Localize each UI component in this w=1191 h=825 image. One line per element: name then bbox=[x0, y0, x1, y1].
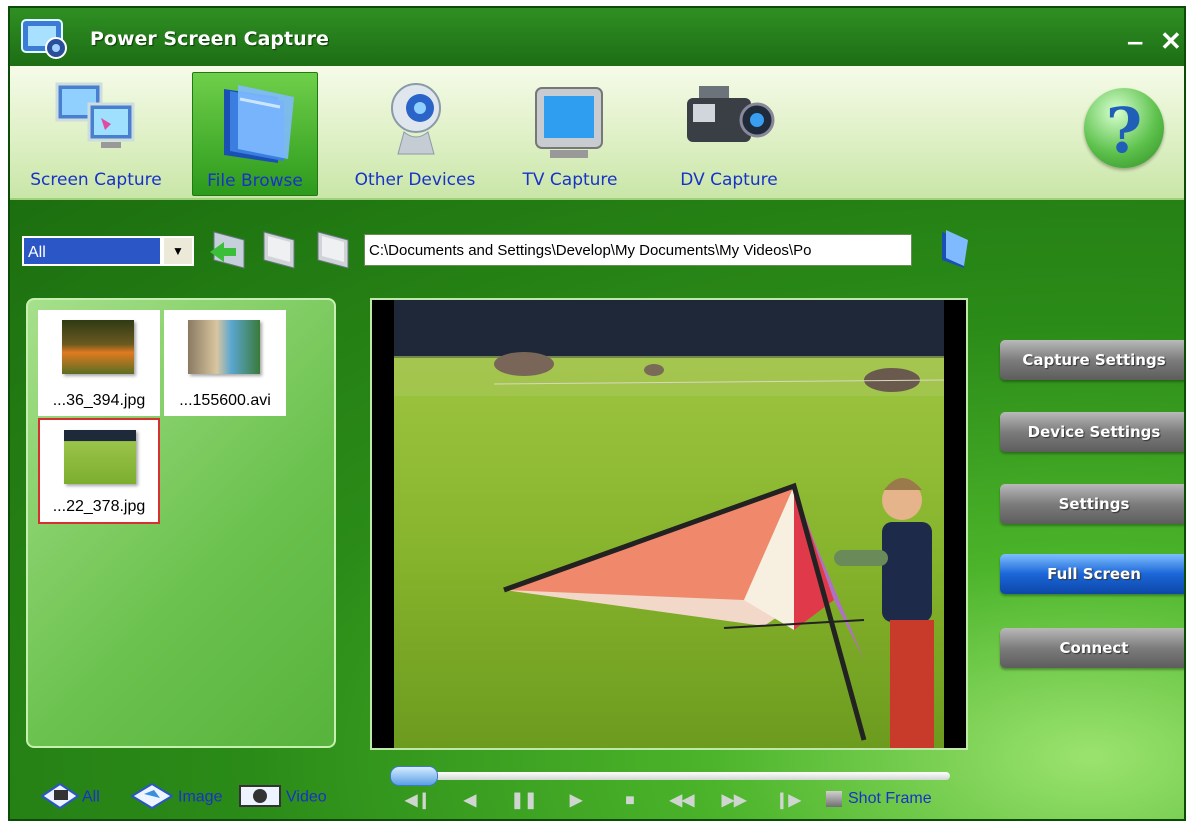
full-screen-button[interactable]: Full Screen bbox=[1000, 554, 1184, 594]
folder-icon bbox=[210, 79, 300, 170]
tab-tv-capture[interactable]: TV Capture bbox=[510, 72, 630, 194]
new-folder-button[interactable] bbox=[310, 222, 356, 279]
help-button[interactable]: ? bbox=[1084, 88, 1164, 168]
capture-settings-button[interactable]: Capture Settings bbox=[1000, 340, 1184, 380]
main-panel: All ▼ C:\Documents and Settings\Develop\… bbox=[10, 200, 1184, 819]
up-folder-button[interactable] bbox=[256, 222, 302, 279]
fast-forward-icon: ▶▶ bbox=[721, 792, 747, 809]
reverse-play-button[interactable]: ◀ bbox=[456, 790, 484, 812]
fast-forward-button[interactable]: ▶▶ bbox=[720, 790, 748, 812]
thumbnail-image bbox=[64, 430, 136, 484]
filter-all-button[interactable]: All bbox=[38, 780, 100, 815]
preview-panel bbox=[370, 298, 968, 750]
connect-button[interactable]: Connect bbox=[1000, 628, 1184, 668]
filter-all-label: All bbox=[82, 788, 100, 806]
seek-bar[interactable] bbox=[390, 766, 950, 786]
close-button[interactable]: ✕ bbox=[1160, 26, 1182, 57]
video-icon bbox=[236, 780, 286, 815]
filter-image-label: Image bbox=[178, 788, 223, 806]
filter-video-label: Video bbox=[286, 788, 327, 806]
file-type-select[interactable]: All bbox=[22, 236, 162, 266]
tab-label: Other Devices bbox=[354, 170, 476, 190]
window-title: Power Screen Capture bbox=[90, 28, 329, 50]
shot-frame-label: Shot Frame bbox=[848, 790, 932, 807]
pause-icon: ❚❚ bbox=[510, 792, 538, 809]
blue-folder-icon bbox=[942, 230, 968, 268]
tab-label: TV Capture bbox=[522, 170, 618, 190]
title-bar: Power Screen Capture ‒ ✕ bbox=[10, 8, 1184, 68]
minimize-button[interactable]: ‒ bbox=[1128, 26, 1142, 57]
tab-label: Screen Capture bbox=[30, 170, 162, 190]
shot-frame-button[interactable]: Shot Frame bbox=[826, 790, 932, 808]
device-settings-button[interactable]: Device Settings bbox=[1000, 412, 1184, 452]
app-logo-icon bbox=[16, 12, 72, 64]
thumbnail-item[interactable]: ...36_394.jpg bbox=[38, 310, 160, 416]
image-icon bbox=[128, 780, 178, 815]
stop-button[interactable]: ■ bbox=[616, 790, 644, 812]
reverse-icon: ◀ bbox=[463, 792, 477, 809]
tab-label: DV Capture bbox=[680, 170, 778, 190]
stop-icon: ■ bbox=[625, 792, 635, 809]
play-button[interactable]: ▶ bbox=[562, 790, 590, 812]
webcam-icon bbox=[380, 78, 450, 169]
seek-knob[interactable] bbox=[390, 766, 438, 786]
back-arrow-icon bbox=[210, 231, 245, 269]
rewind-button[interactable]: ◀◀ bbox=[668, 790, 696, 812]
folder-gray-icon bbox=[263, 231, 295, 269]
main-toolbar: Screen Capture File Browse Other Devices… bbox=[10, 66, 1184, 200]
tab-label: File Browse bbox=[207, 171, 303, 191]
chevron-down-icon[interactable]: ▼ bbox=[162, 236, 194, 266]
folder-gray-icon bbox=[317, 231, 349, 269]
back-folder-button[interactable] bbox=[206, 222, 252, 279]
thumbnail-image bbox=[62, 320, 134, 374]
thumbnail-filename: ...155600.avi bbox=[179, 392, 271, 409]
thumbnail-filename: ...36_394.jpg bbox=[52, 392, 146, 409]
step-back-icon: ◀❙ bbox=[405, 792, 431, 809]
filter-image-button[interactable]: Image bbox=[128, 780, 222, 815]
thumbnail-panel: ...36_394.jpg ...155600.avi ...22_378.jp… bbox=[26, 298, 336, 748]
preview-image bbox=[394, 300, 944, 748]
prev-frame-button[interactable]: ◀❙ bbox=[404, 790, 432, 812]
tab-dv-capture[interactable]: DV Capture bbox=[664, 72, 794, 194]
tab-other-devices[interactable]: Other Devices bbox=[350, 72, 480, 194]
thumbnail-item-selected[interactable]: ...22_378.jpg bbox=[38, 418, 160, 524]
path-field[interactable]: C:\Documents and Settings\Develop\My Doc… bbox=[364, 234, 912, 266]
rewind-icon: ◀◀ bbox=[669, 792, 695, 809]
filter-video-button[interactable]: Video bbox=[236, 780, 327, 815]
thumbnail-item[interactable]: ...155600.avi bbox=[164, 310, 286, 416]
tv-icon bbox=[530, 78, 610, 169]
browse-folder-button[interactable] bbox=[936, 226, 972, 277]
play-icon: ▶ bbox=[569, 792, 583, 809]
help-question-icon: ? bbox=[1105, 94, 1143, 167]
step-forward-icon: ❙▶ bbox=[775, 792, 801, 809]
all-files-icon bbox=[38, 780, 82, 815]
settings-button[interactable]: Settings bbox=[1000, 484, 1184, 524]
next-frame-button[interactable]: ❙▶ bbox=[774, 790, 802, 812]
camera-icon bbox=[826, 790, 842, 807]
app-window: Power Screen Capture ‒ ✕ Screen Capture bbox=[8, 6, 1186, 821]
monitors-icon bbox=[51, 78, 141, 163]
pause-button[interactable]: ❚❚ bbox=[510, 790, 538, 812]
tab-screen-capture[interactable]: Screen Capture bbox=[26, 72, 166, 194]
thumbnail-filename: ...22_378.jpg bbox=[52, 498, 146, 515]
tab-file-browse[interactable]: File Browse bbox=[192, 72, 318, 196]
camcorder-icon bbox=[679, 78, 779, 169]
thumbnail-image bbox=[188, 320, 260, 374]
